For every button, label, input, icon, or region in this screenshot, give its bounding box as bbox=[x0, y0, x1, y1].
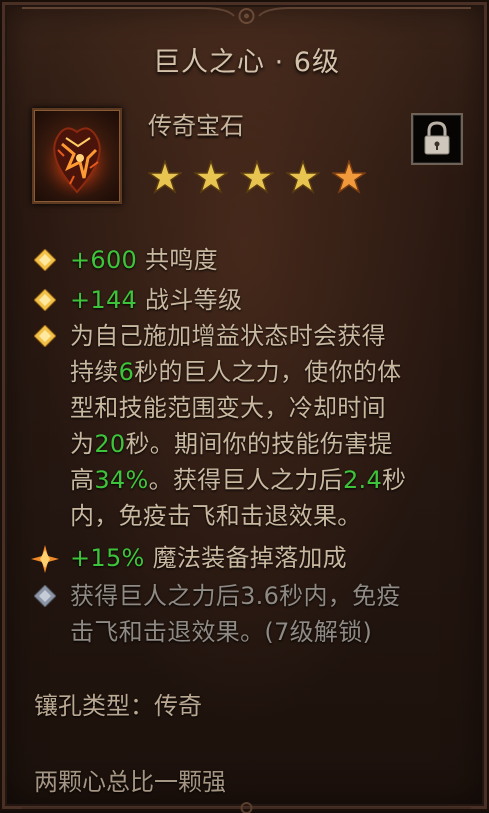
gem-icon-frame bbox=[32, 108, 122, 204]
effect-line: 型和技能范围变大，冷却时间 bbox=[70, 394, 386, 422]
star-icon bbox=[240, 160, 274, 194]
burst-diamond-icon bbox=[31, 545, 59, 573]
lock-button[interactable] bbox=[411, 113, 463, 165]
effect-line: 持续6秒的巨人之力，使你的体 bbox=[70, 358, 402, 386]
gold-diamond-icon bbox=[34, 325, 56, 347]
item-title: 巨人之心 · 6级 bbox=[153, 47, 340, 78]
padlock-icon bbox=[424, 121, 450, 155]
effect-line: 为自己施加增益状态时会获得 bbox=[70, 322, 386, 350]
locked-effect-line: 击飞和击退效果。(7级解锁) bbox=[70, 618, 373, 646]
bottom-ornament bbox=[22, 802, 471, 813]
star-icon bbox=[148, 160, 182, 194]
effect-line: 高34%。获得巨人之力后2.4秒 bbox=[70, 466, 407, 494]
stat-line: +144 战斗等级 bbox=[70, 286, 243, 314]
effect-line: 内，免疫击飞和击退效果。 bbox=[70, 502, 362, 530]
bonus-line: +15% 魔法装备掉落加成 bbox=[70, 544, 347, 572]
gem-tooltip: 巨人之心 · 6级 传奇宝石 +600 共鸣度 +144 战斗等级 为自己施加增… bbox=[0, 0, 489, 813]
socket-type: 镶孔类型：传奇 bbox=[34, 692, 202, 720]
star-icon-highlighted bbox=[332, 160, 366, 194]
gray-diamond-icon bbox=[34, 585, 56, 607]
top-ornament bbox=[22, 7, 471, 24]
gold-diamond-icon bbox=[34, 249, 56, 271]
effect-line: 为20秒。期间你的技能伤害提 bbox=[70, 430, 393, 458]
star-icon bbox=[286, 160, 320, 194]
locked-effect-line: 获得巨人之力后3.6秒内，免疫 bbox=[70, 582, 401, 610]
star-icon bbox=[194, 160, 228, 194]
rarity-label: 传奇宝石 bbox=[148, 112, 244, 140]
stat-line: +600 共鸣度 bbox=[70, 246, 218, 274]
gold-diamond-icon bbox=[34, 289, 56, 311]
giant-heart-gem-icon bbox=[39, 122, 115, 198]
